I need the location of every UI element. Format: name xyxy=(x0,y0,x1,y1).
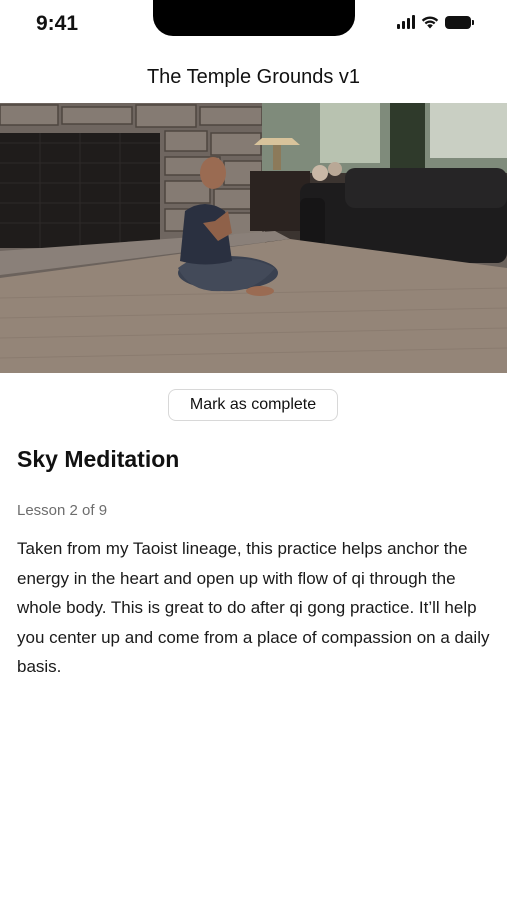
device-notch xyxy=(153,0,355,36)
lesson-video[interactable] xyxy=(0,103,507,373)
cellular-signal-icon xyxy=(397,15,415,29)
mark-as-complete-button[interactable]: Mark as complete xyxy=(168,389,338,421)
page-title: The Temple Grounds v1 xyxy=(146,66,361,88)
status-bar: 9:41 xyxy=(0,0,507,50)
video-frame xyxy=(0,103,507,373)
lesson-description: Taken from my Taoist lineage, this pract… xyxy=(17,539,490,676)
wifi-icon xyxy=(421,16,439,29)
status-icons xyxy=(397,15,474,29)
lesson-progress: Lesson 2 of 9 xyxy=(17,502,108,519)
battery-icon xyxy=(445,15,474,29)
status-time: 9:41 xyxy=(36,12,79,35)
lesson-title: Sky Meditation xyxy=(17,446,180,472)
